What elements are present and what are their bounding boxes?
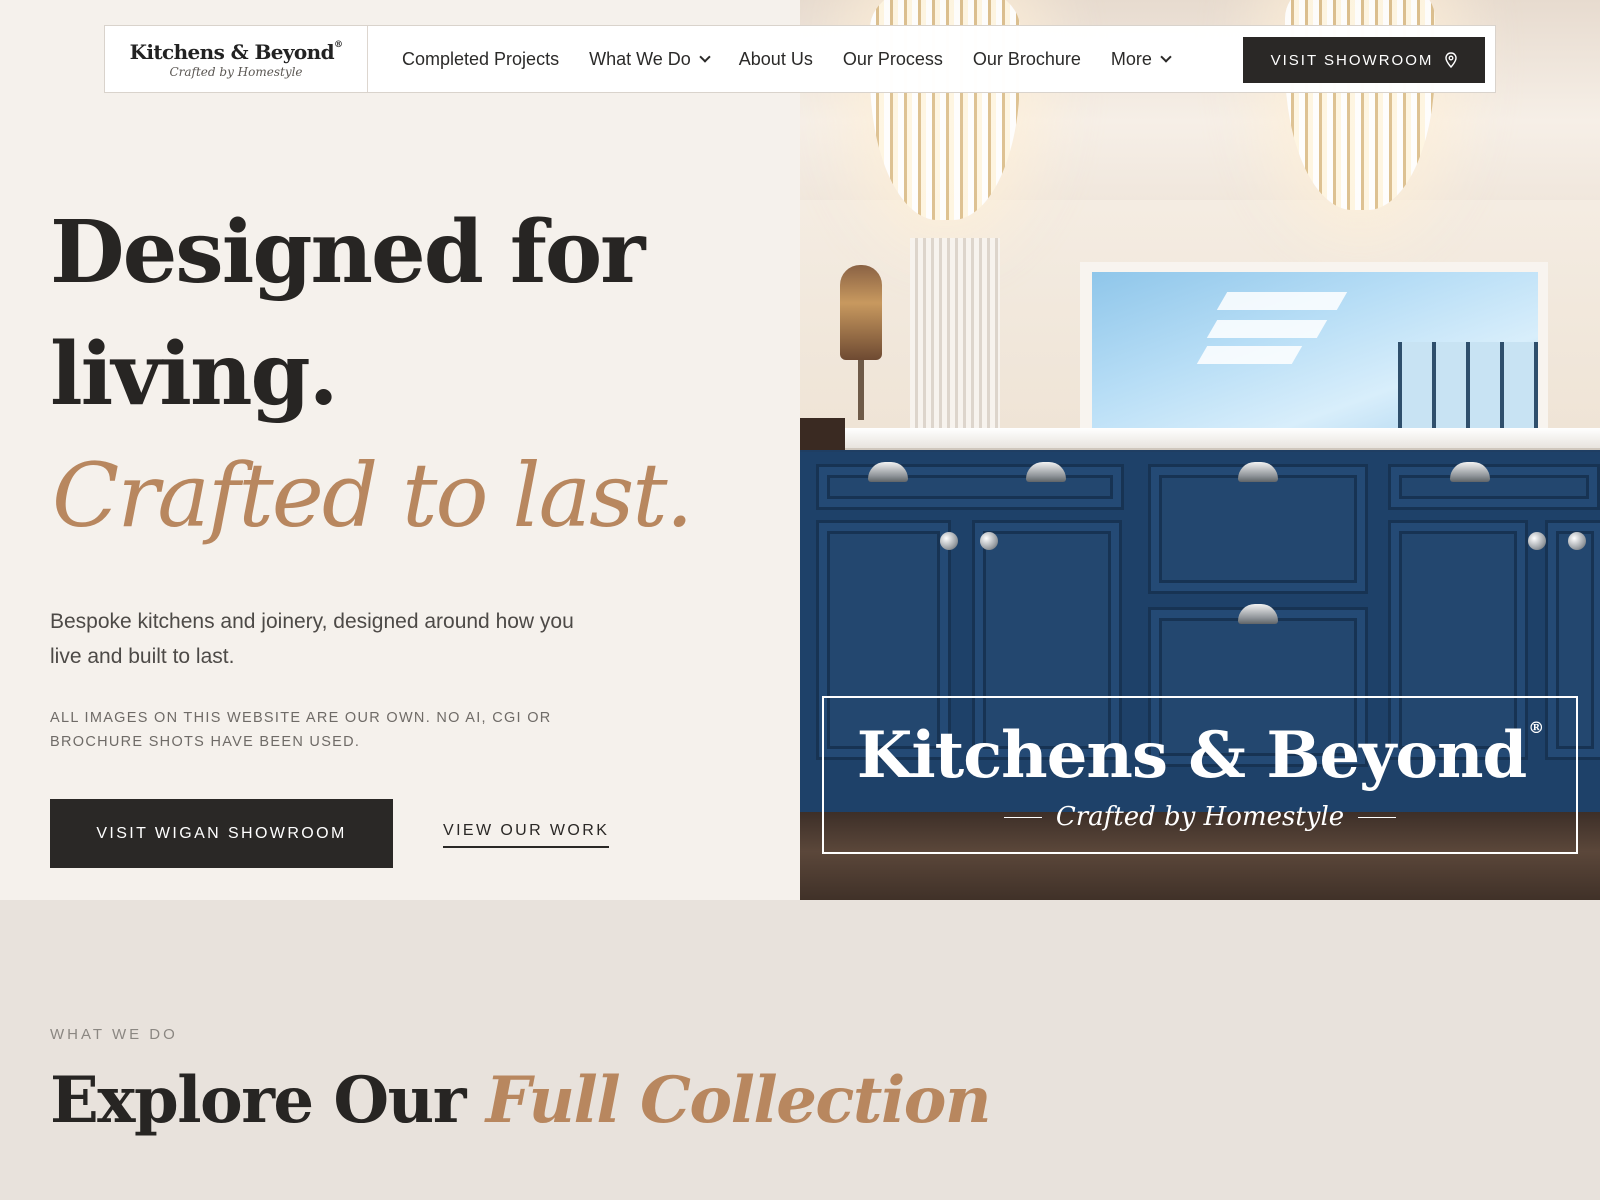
hero-lead: Bespoke kitchens and joinery, designed a… <box>50 610 574 668</box>
photo-logo-title: Kitchens & Beyond <box>856 718 1528 793</box>
view-our-work-link[interactable]: VIEW OUR WORK <box>443 822 610 848</box>
photo-logo-overlay: Kitchens & Beyond ® Crafted by Homestyle <box>822 696 1578 854</box>
section-title-accent: Full Collection <box>485 1063 992 1138</box>
section-title: Explore Our Full Collection <box>50 1063 992 1138</box>
hero-heading-accent: Crafted to last. <box>52 444 694 547</box>
hero-heading-line2: living. <box>50 324 339 425</box>
chevron-down-icon <box>1160 51 1172 63</box>
main-navbar: Kitchens & Beyond® Crafted by Homestyle … <box>104 25 1496 93</box>
nav-item-more[interactable]: More <box>1111 49 1172 70</box>
nav-item-what-we-do[interactable]: What We Do <box>589 49 711 70</box>
what-we-do-section: WHAT WE DO Explore Our Full Collection <box>0 900 1600 1200</box>
map-pin-icon <box>1445 52 1458 68</box>
nav-item-our-brochure[interactable]: Our Brochure <box>973 49 1081 70</box>
logo-name: Kitchens & Beyond <box>129 39 335 64</box>
window-opening <box>1092 272 1538 432</box>
nav-item-our-process[interactable]: Our Process <box>843 49 943 70</box>
radiator <box>910 238 1000 428</box>
nav-item-about-us[interactable]: About Us <box>739 49 813 70</box>
chevron-down-icon <box>699 51 711 63</box>
logo-tagline: Crafted by Homestyle <box>169 64 303 79</box>
logo-registered-mark: ® <box>333 39 343 50</box>
nav-links: Completed Projects What We Do About Us O… <box>402 49 1200 70</box>
hero-heading-line1: Designed for <box>50 202 645 303</box>
hero-heading: Designed for living. <box>50 192 750 436</box>
visit-showroom-label: VISIT SHOWROOM <box>1270 51 1434 69</box>
photo-logo-tagline: Crafted by Homestyle <box>1055 802 1345 832</box>
nav-item-completed-projects[interactable]: Completed Projects <box>402 49 559 70</box>
image-disclaimer: ALL IMAGES ON THIS WEBSITE ARE OUR OWN. … <box>50 710 552 750</box>
worktop <box>800 428 1600 450</box>
lantern <box>840 265 882 360</box>
section-eyebrow: WHAT WE DO <box>50 1026 178 1043</box>
visit-showroom-button[interactable]: VISIT SHOWROOM <box>1243 37 1485 83</box>
section-title-plain: Explore Our <box>50 1063 486 1138</box>
visit-wigan-showroom-button[interactable]: VISIT WIGAN SHOWROOM <box>50 799 393 868</box>
site-logo[interactable]: Kitchens & Beyond® Crafted by Homestyle <box>105 26 368 92</box>
registered-mark: ® <box>1528 718 1544 737</box>
hero-section: Kitchens & Beyond ® Crafted by Homestyle … <box>0 0 1600 900</box>
